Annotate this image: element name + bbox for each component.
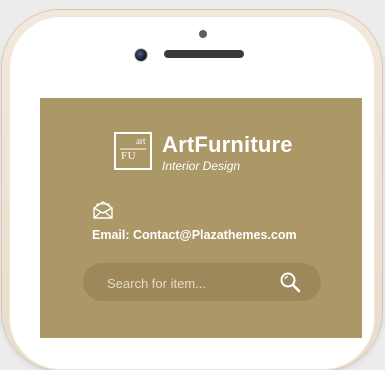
brand-tagline: Interior Design <box>162 159 241 173</box>
contact-email[interactable]: Email: Contact@Plazathemes.com <box>92 228 297 242</box>
search-input[interactable] <box>105 273 279 293</box>
earpiece-speaker <box>164 50 244 58</box>
front-camera <box>135 49 147 61</box>
brand-name: ArtFurniture <box>162 132 293 157</box>
logo-fu-text: FU <box>121 150 137 162</box>
search-icon[interactable] <box>279 271 303 293</box>
logo-art-text: art <box>136 136 146 146</box>
mail-icon <box>93 201 113 219</box>
front-sensor-dot <box>199 30 207 38</box>
brand-logo[interactable]: art FU <box>114 132 152 170</box>
phone-screen: art FU ArtFurniture Interior Design Emai… <box>40 98 362 338</box>
search-bar <box>83 263 321 301</box>
